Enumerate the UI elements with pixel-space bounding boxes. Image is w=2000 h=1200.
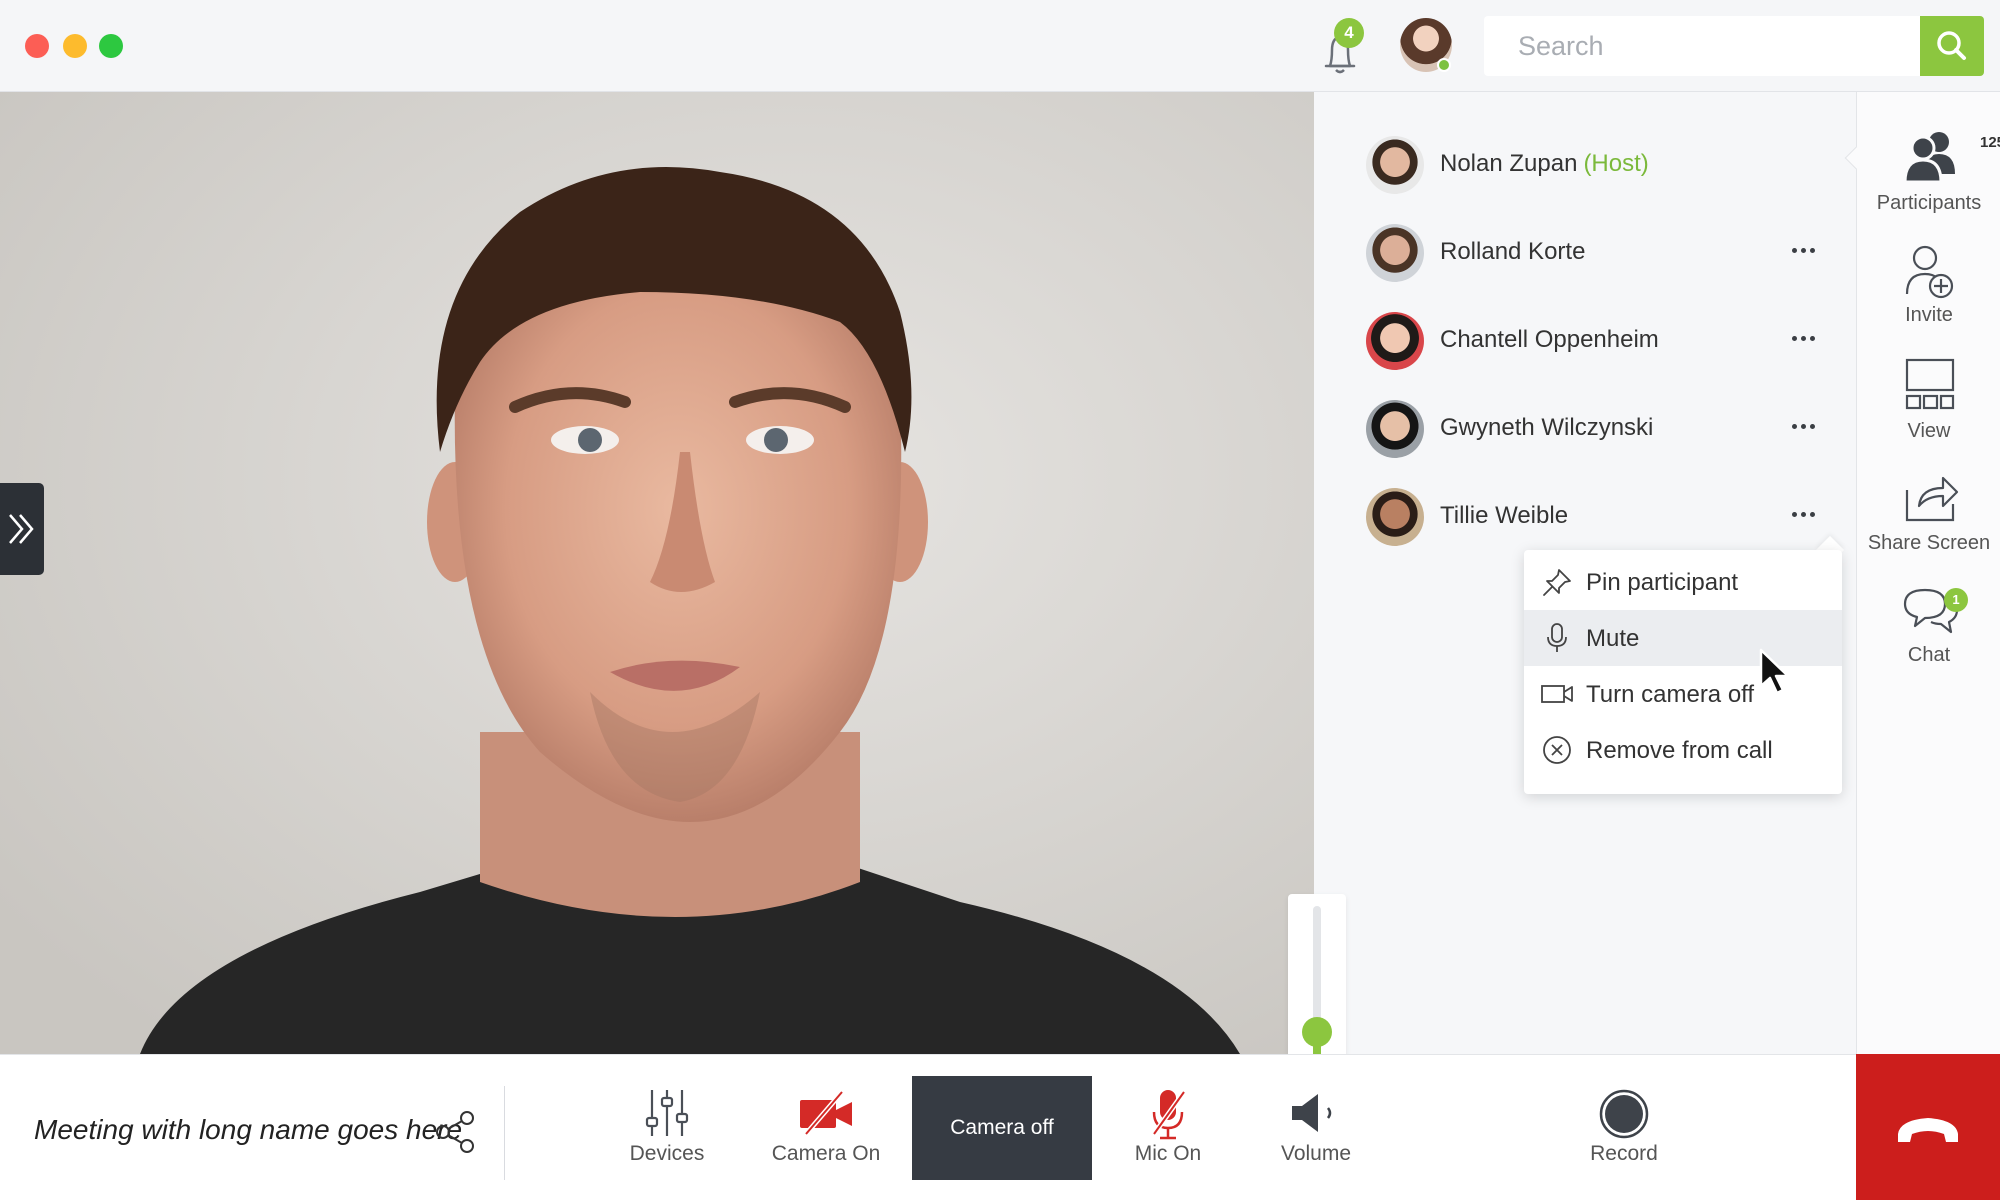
microphone-icon: [1547, 623, 1567, 652]
rail-participants-button[interactable]: Participants: [1857, 128, 2000, 228]
microphone-off-icon: [1151, 1090, 1187, 1140]
participant-row[interactable]: Rolland Korte: [1314, 214, 1856, 294]
minimize-window-button[interactable]: [63, 34, 87, 58]
participant-name: Tillie Weible: [1440, 502, 1569, 529]
main-video-feed: [0, 92, 1314, 1054]
more-options-icon[interactable]: [1792, 504, 1824, 524]
video-call-app: 4 Search Nolan Zupan (Host) Rolland Kort…: [0, 0, 2000, 1200]
right-icon-rail: Participants Invite View Share Screen Ch…: [1856, 92, 2000, 1054]
close-window-button[interactable]: [25, 34, 49, 58]
participant-name: Rolland Korte: [1440, 238, 1586, 265]
rail-chat-button[interactable]: Chat: [1857, 582, 2000, 682]
remove-circle-icon: [1543, 736, 1571, 764]
record-button[interactable]: Record: [1576, 1076, 1672, 1180]
volume-button[interactable]: Volume: [1268, 1076, 1364, 1180]
participant-context-menu: Pin participant Mute Turn camera off Rem…: [1524, 550, 1842, 794]
online-status-indicator: [1437, 58, 1451, 72]
camera-off-icon: [800, 1090, 852, 1136]
rail-label: Participants: [1876, 192, 1982, 214]
record-label: Record: [1590, 1142, 1658, 1165]
participant-row[interactable]: Gwyneth Wilczynski: [1314, 390, 1856, 470]
volume-slider-handle[interactable]: [1302, 1017, 1332, 1047]
speaker-icon: [1292, 1094, 1332, 1132]
devices-label: Devices: [629, 1142, 705, 1165]
more-options-icon[interactable]: [1792, 328, 1824, 348]
menu-item-label: Turn camera off: [1586, 681, 1755, 708]
speaker-video-image: [0, 92, 1314, 1054]
more-options-icon[interactable]: [1792, 240, 1824, 260]
volume-label: Volume: [1280, 1142, 1352, 1165]
mic-label: Mic On: [1134, 1142, 1202, 1165]
people-icon: [1903, 132, 1955, 184]
hang-up-phone-icon: [1898, 1118, 1958, 1142]
rail-invite-button[interactable]: Invite: [1857, 242, 2000, 342]
mic-toggle-button[interactable]: Mic On: [1118, 1076, 1218, 1180]
toolbar-divider: [504, 1086, 505, 1180]
menu-item-mute[interactable]: Mute: [1524, 610, 1842, 666]
search-input[interactable]: [1484, 16, 1922, 76]
rail-label: Invite: [1905, 304, 1953, 326]
participant-name: Nolan Zupan (Host): [1440, 150, 1649, 177]
participant-name: Gwyneth Wilczynski: [1440, 414, 1654, 441]
participant-avatar: [1366, 400, 1424, 458]
sliders-icon: [645, 1090, 689, 1136]
participant-row[interactable]: Nolan Zupan (Host): [1314, 126, 1856, 206]
notification-count-badge: 4: [1334, 18, 1364, 48]
expand-sidebar-button[interactable]: [0, 483, 44, 575]
menu-item-label: Remove from call: [1586, 737, 1773, 764]
pin-icon: [1543, 569, 1571, 596]
rail-label: Share Screen: [1867, 532, 1991, 554]
participant-avatar: [1366, 136, 1424, 194]
menu-item-pin[interactable]: Pin participant: [1524, 554, 1842, 610]
meeting-title: Meeting with long name goes here: [34, 1114, 463, 1145]
search-icon: [1937, 31, 1966, 60]
rail-label: Chat: [1907, 644, 1951, 666]
menu-item-label: Mute: [1586, 625, 1640, 652]
host-label: (Host): [1583, 150, 1649, 177]
share-meeting-button[interactable]: [434, 1110, 478, 1154]
menu-item-label: Pin participant: [1586, 569, 1739, 596]
record-icon: [1599, 1089, 1649, 1139]
more-options-icon[interactable]: [1792, 416, 1824, 436]
menu-item-camera-off[interactable]: Turn camera off: [1524, 666, 1842, 722]
participant-name: Chantell Oppenheim: [1440, 326, 1659, 353]
layout-icon: [1905, 358, 1955, 410]
end-call-button[interactable]: [1856, 1054, 2000, 1200]
share-screen-icon: [1905, 476, 1959, 522]
camera-label: Camera On: [771, 1142, 881, 1165]
participant-row[interactable]: Chantell Oppenheim: [1314, 302, 1856, 382]
participant-avatar: [1366, 312, 1424, 370]
chat-count-badge: 1: [1944, 588, 1968, 612]
rail-view-button[interactable]: View: [1857, 358, 2000, 458]
double-chevron-right-icon: [9, 514, 34, 544]
participant-avatar: [1366, 488, 1424, 546]
search-button[interactable]: [1920, 16, 1984, 76]
camera-off-tooltip: Camera off: [912, 1076, 1092, 1180]
mouse-cursor-icon: [1759, 648, 1790, 695]
participants-count-badge: 125: [1980, 134, 2000, 151]
participant-avatar: [1366, 224, 1424, 282]
share-icon: [436, 1111, 474, 1153]
menu-item-remove[interactable]: Remove from call: [1524, 722, 1842, 778]
camera-toggle-button[interactable]: Camera On: [770, 1076, 882, 1180]
video-camera-icon: [1541, 685, 1573, 703]
participant-row[interactable]: Tillie Weible: [1314, 478, 1856, 558]
rail-share-screen-button[interactable]: Share Screen: [1857, 470, 2000, 570]
rail-label: View: [1907, 420, 1951, 442]
maximize-window-button[interactable]: [99, 34, 123, 58]
devices-button[interactable]: Devices: [616, 1076, 718, 1180]
add-user-icon: [1905, 245, 1954, 299]
